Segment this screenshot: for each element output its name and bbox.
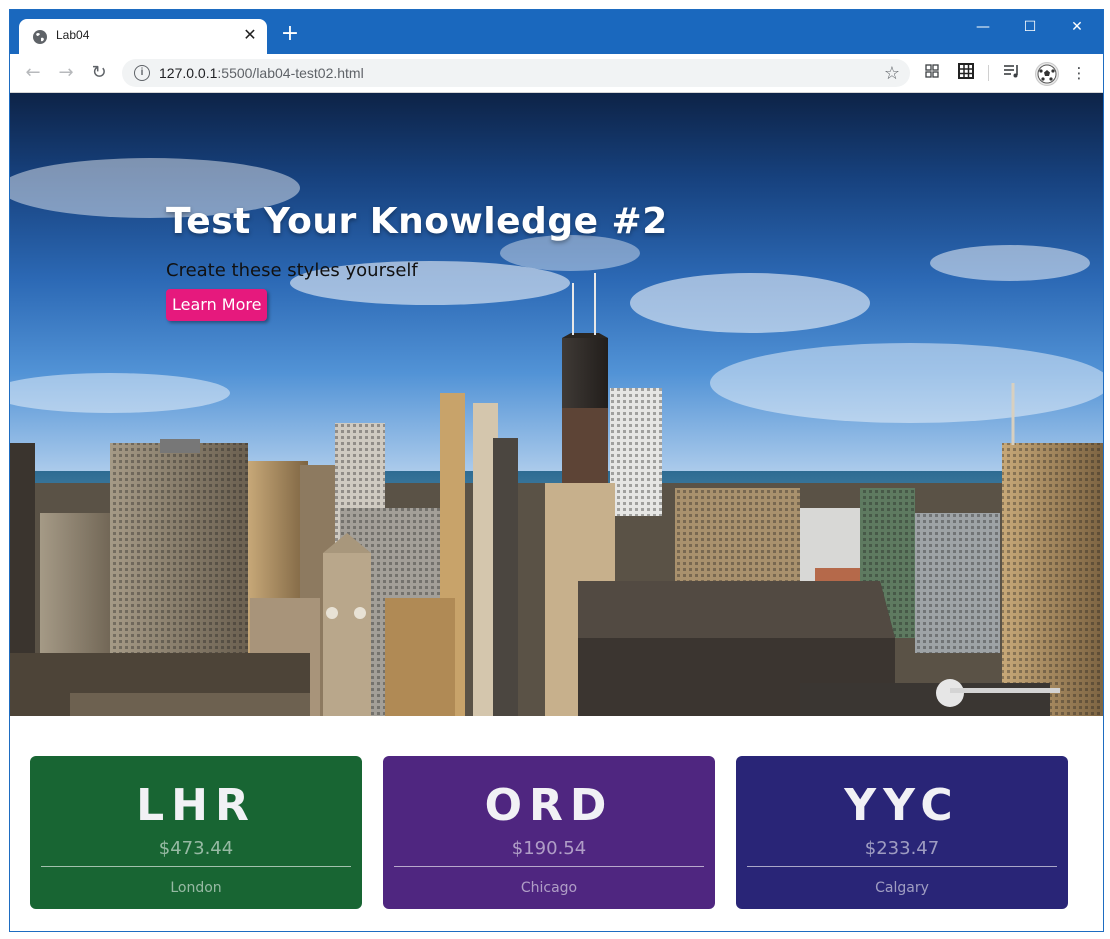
hero-subtitle: Create these styles yourself	[166, 260, 418, 281]
city-name: London	[170, 880, 222, 896]
media-playlist-icon[interactable]	[1002, 63, 1022, 83]
reload-icon[interactable]: ↻	[89, 63, 109, 83]
card-lhr: LHR $473.44 London	[30, 756, 362, 909]
profile-avatar[interactable]	[1035, 62, 1059, 86]
maximize-button[interactable]: ☐	[1010, 16, 1050, 38]
url-text[interactable]: 127.0.0.1:5500/lab04-test02.html	[159, 65, 364, 81]
title-bar: Lab04 ✕ + — ☐ ✕	[10, 10, 1103, 54]
extensions-grid-icon[interactable]	[922, 63, 942, 83]
city-name: Chicago	[520, 880, 578, 896]
new-tab-button[interactable]: +	[280, 23, 300, 45]
card-divider	[41, 866, 351, 867]
card-divider	[747, 866, 1057, 867]
back-arrow-icon[interactable]: ←	[23, 63, 43, 83]
toolbar-separator	[988, 65, 989, 81]
close-window-button[interactable]: ✕	[1057, 16, 1097, 38]
airport-code: ORD	[484, 780, 614, 831]
menu-kebab-icon[interactable]: ⋮	[1069, 63, 1089, 83]
hero-title: Test Your Knowledge #2	[166, 201, 668, 242]
info-icon[interactable]: i	[134, 65, 150, 81]
address-bar[interactable]: i 127.0.0.1:5500/lab04-test02.html ☆	[122, 59, 910, 87]
browser-window: Lab04 ✕ + — ☐ ✕ ← → ↻ i 127.0.0.1:5500/l…	[9, 9, 1104, 932]
soccer-ball-icon	[1037, 64, 1057, 84]
tab-title: Lab04	[56, 28, 90, 42]
tab-lab04[interactable]: Lab04 ✕	[19, 19, 267, 54]
forward-arrow-icon[interactable]: →	[56, 63, 76, 83]
bookmark-star-icon[interactable]: ☆	[884, 63, 900, 84]
airport-code: YYC	[844, 780, 960, 831]
browser-toolbar: ← → ↻ i 127.0.0.1:5500/lab04-test02.html…	[10, 54, 1103, 93]
city-skyline-image	[10, 158, 1103, 716]
learn-more-button[interactable]: Learn More	[166, 289, 268, 321]
url-host: 127.0.0.1	[159, 65, 218, 81]
hero-banner: Test Your Knowledge #2 Create these styl…	[10, 93, 1103, 716]
table-extension-icon[interactable]	[956, 63, 976, 83]
card-divider	[394, 866, 704, 867]
airport-code: LHR	[136, 780, 256, 831]
fare-price: $190.54	[511, 838, 587, 859]
airport-cards: LHR $473.44 London ORD $190.54 Chicago Y…	[30, 756, 1070, 910]
city-name: Calgary	[875, 880, 929, 896]
page-viewport: Test Your Knowledge #2 Create these styl…	[10, 93, 1103, 931]
fare-price: $233.47	[864, 838, 940, 859]
globe-icon	[33, 30, 47, 44]
minimize-button[interactable]: —	[963, 16, 1003, 38]
fare-price: $473.44	[158, 838, 234, 859]
url-path: :5500/lab04-test02.html	[217, 65, 364, 81]
card-yyc: YYC $233.47 Calgary	[736, 756, 1068, 909]
card-ord: ORD $190.54 Chicago	[383, 756, 715, 909]
close-tab-icon[interactable]: ✕	[241, 26, 259, 44]
